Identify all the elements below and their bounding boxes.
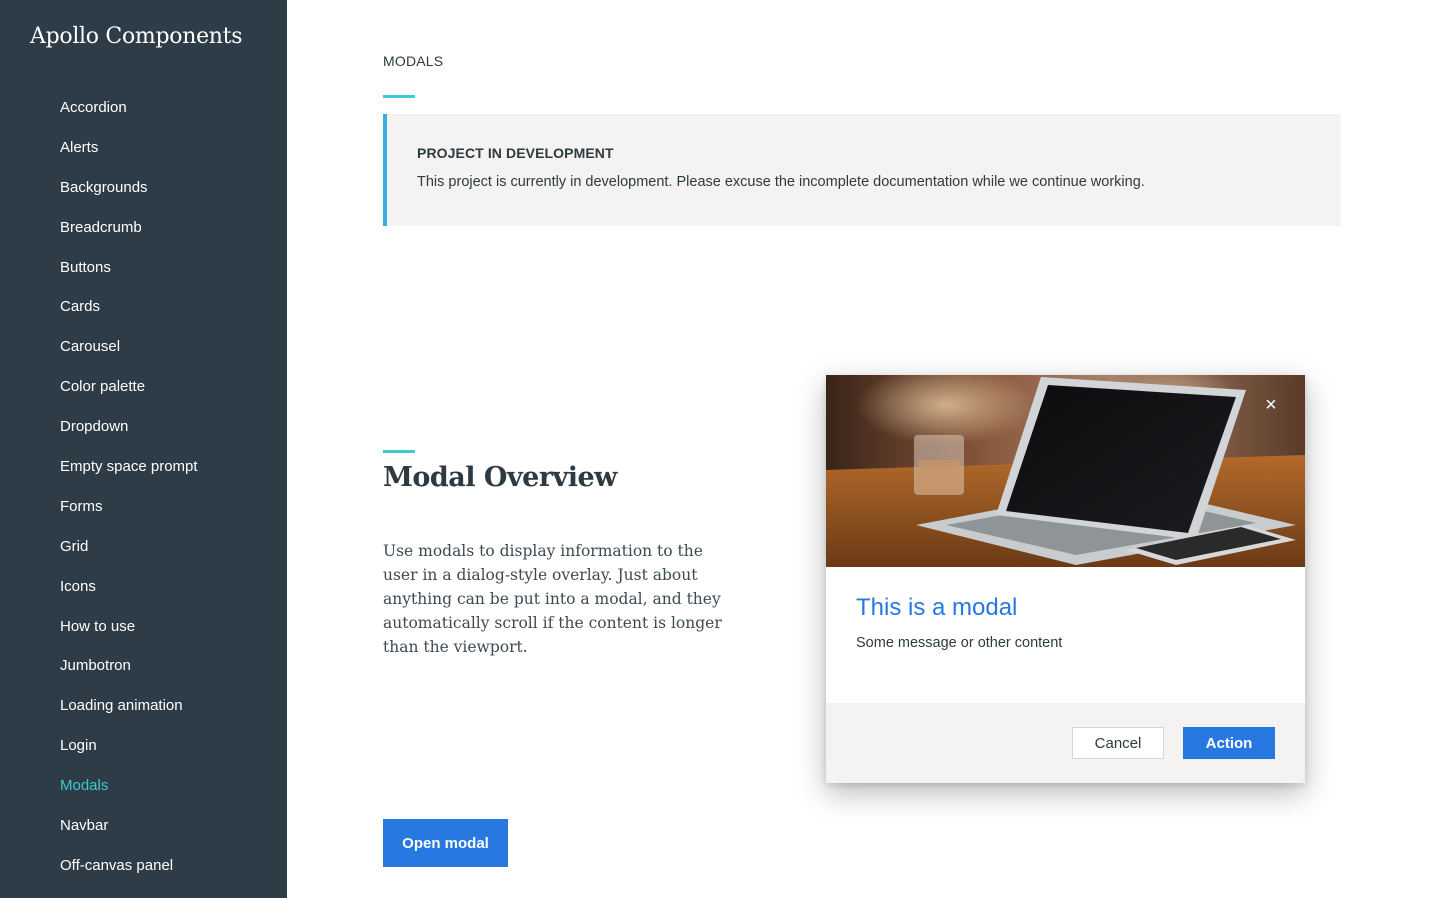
- sidebar-item-loading-animation[interactable]: Loading animation: [0, 686, 287, 726]
- modal-message: Some message or other content: [856, 635, 1063, 651]
- sidebar-item-accordion[interactable]: Accordion: [0, 88, 287, 128]
- sidebar-item-icons[interactable]: Icons: [0, 567, 287, 607]
- open-modal-button[interactable]: Open modal: [383, 819, 508, 867]
- section-description: Use modals to display information to the…: [383, 542, 722, 656]
- section-accent-line: [383, 450, 415, 453]
- modal-title: This is a modal: [856, 594, 1018, 621]
- sidebar: Apollo Components Accordion Alerts Backgro…: [0, 0, 287, 898]
- sidebar-item-carousel[interactable]: Carousel: [0, 327, 287, 367]
- sidebar-item-grid[interactable]: Grid: [0, 527, 287, 567]
- notice-text: This project is currently in development…: [417, 174, 1145, 190]
- modal-dialog: × This is a modal Some message or other …: [826, 375, 1305, 783]
- modal-footer: Cancel Action: [826, 703, 1305, 783]
- sidebar-item-buttons[interactable]: Buttons: [0, 248, 287, 288]
- sidebar-item-empty-space-prompt[interactable]: Empty space prompt: [0, 447, 287, 487]
- notice-title: PROJECT IN DEVELOPMENT: [417, 145, 614, 161]
- sidebar-item-alerts[interactable]: Alerts: [0, 128, 287, 168]
- modal-image: [826, 375, 1305, 567]
- sidebar-item-forms[interactable]: Forms: [0, 487, 287, 527]
- sidebar-item-dropdown[interactable]: Dropdown: [0, 407, 287, 447]
- sidebar-item-navbar[interactable]: Navbar: [0, 806, 287, 846]
- development-notice: PROJECT IN DEVELOPMENT This project is c…: [383, 114, 1341, 226]
- close-icon[interactable]: ×: [1259, 393, 1283, 417]
- page-eyebrow: MODALS: [383, 53, 444, 69]
- sidebar-item-color-palette[interactable]: Color palette: [0, 367, 287, 407]
- sidebar-item-jumbotron[interactable]: Jumbotron: [0, 646, 287, 686]
- laptop-photo: [826, 375, 1305, 567]
- section-title: Modal Overview: [383, 462, 617, 493]
- cancel-button[interactable]: Cancel: [1072, 727, 1164, 759]
- sidebar-item-login[interactable]: Login: [0, 726, 287, 766]
- sidebar-item-modals[interactable]: Modals: [0, 766, 287, 806]
- eyebrow-accent-line: [383, 95, 415, 98]
- sidebar-item-cards[interactable]: Cards: [0, 287, 287, 327]
- sidebar-item-off-canvas-panel[interactable]: Off-canvas panel: [0, 846, 287, 886]
- brand-title[interactable]: Apollo Components: [30, 24, 242, 49]
- sidebar-item-backgrounds[interactable]: Backgrounds: [0, 168, 287, 208]
- action-button[interactable]: Action: [1183, 727, 1275, 759]
- sidebar-nav: Accordion Alerts Backgrounds Breadcrumb Butt…: [0, 88, 287, 886]
- sidebar-item-how-to-use[interactable]: How to use: [0, 607, 287, 647]
- sidebar-item-breadcrumb[interactable]: Breadcrumb: [0, 208, 287, 248]
